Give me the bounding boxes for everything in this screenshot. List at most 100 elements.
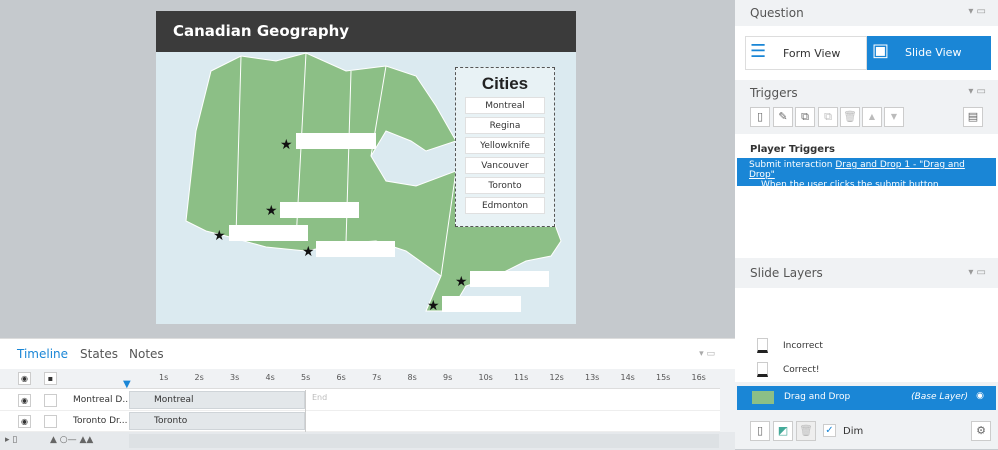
tick-label: 8s — [407, 373, 417, 382]
panel-menu-icon[interactable]: ▾ ▭ — [699, 349, 715, 359]
row-name: Montreal D... — [73, 395, 131, 405]
expand-icon[interactable]: ▸ ▯ — [5, 435, 17, 445]
tick-label: 14s — [620, 373, 635, 382]
drag-item-toronto[interactable]: Toronto — [465, 177, 545, 194]
trigger-action: Submit interaction — [749, 160, 833, 170]
tick-label: 15s — [656, 373, 671, 382]
row-name: Toronto Dr... — [73, 416, 128, 426]
bar-label: Toronto — [154, 416, 188, 426]
player-triggers-label: Player Triggers — [750, 144, 835, 155]
lock-toggle[interactable] — [44, 415, 57, 428]
move-down-icon[interactable]: ▼ — [884, 107, 904, 127]
tab-states[interactable]: States — [80, 347, 118, 361]
star-icon: ★ — [265, 203, 278, 219]
slide-view-button[interactable]: ▣ Slide View — [867, 36, 991, 70]
edit-trigger-icon[interactable]: ✎ — [773, 107, 793, 127]
delete-icon[interactable]: 🗑 — [840, 107, 860, 127]
form-view-button[interactable]: ☰ Form View — [745, 36, 867, 70]
tick-label: 9s — [443, 373, 453, 382]
tick-label: 3s — [230, 373, 240, 382]
panel-menu-icon[interactable]: ▾ ▭ — [968, 86, 986, 97]
timeline-panel: Timeline States Notes ▾ ▭ ◉ ▪ ▼ 1s 2s 3s 4s… — [0, 338, 735, 450]
button-label: Form View — [783, 47, 841, 60]
drop-target[interactable] — [442, 296, 521, 312]
drag-item-regina[interactable]: Regina — [465, 117, 545, 134]
eye-icon[interactable]: ◉ — [18, 394, 31, 407]
horizontal-scrollbar[interactable] — [129, 434, 719, 448]
gear-icon[interactable]: ⚙ — [971, 421, 991, 441]
tick-label: 7s — [372, 373, 382, 382]
drop-target[interactable] — [470, 271, 549, 287]
layer-incorrect[interactable]: Incorrect — [783, 341, 823, 351]
trigger-item[interactable]: Submit interaction Drag and Drop 1 - "Dr… — [737, 158, 996, 190]
tick-label: 11s — [514, 373, 529, 382]
slide[interactable]: Canadian Geography ★ ★ ★ ★ ★ ★ Cities Mo… — [156, 11, 576, 324]
tick-label: 13s — [585, 373, 600, 382]
timeline-row[interactable]: ◉ Toronto Dr... Toronto — [0, 411, 720, 432]
drag-item-vancouver[interactable]: Vancouver — [465, 157, 545, 174]
new-trigger-icon[interactable]: ▯ — [750, 107, 770, 127]
variables-icon[interactable]: ▤ — [963, 107, 983, 127]
duplicate-layer-icon[interactable]: ◩ — [773, 421, 793, 441]
tab-notes[interactable]: Notes — [129, 347, 164, 361]
tick-label: 10s — [478, 373, 493, 382]
layer-thumbnail — [757, 338, 768, 353]
tab-timeline[interactable]: Timeline — [17, 347, 68, 361]
button-label: Slide View — [905, 46, 962, 59]
zoom-slider[interactable]: ▲ ○— ▲▲ — [50, 435, 93, 445]
drag-item-montreal[interactable]: Montreal — [465, 97, 545, 114]
lock-icon[interactable]: ▪ — [44, 372, 57, 385]
eye-icon[interactable]: ◉ — [976, 391, 984, 401]
cities-title: Cities — [481, 74, 529, 93]
star-icon: ★ — [280, 137, 293, 153]
slide-icon: ▣ — [872, 40, 890, 61]
paste-icon[interactable]: ⧉ — [818, 107, 838, 127]
base-layer-tag: (Base Layer) — [911, 392, 968, 402]
timeline-bar[interactable]: Toronto — [129, 412, 305, 430]
playhead-icon[interactable]: ▼ — [123, 379, 131, 390]
trigger-condition: When the user clicks the submit button — [761, 180, 939, 190]
timeline-bar[interactable]: Montreal — [129, 391, 305, 409]
tick-label: 6s — [336, 373, 346, 382]
drag-item-edmonton[interactable]: Edmonton — [465, 197, 545, 214]
layer-correct[interactable]: Correct! — [783, 365, 819, 375]
eye-icon[interactable]: ◉ — [18, 415, 31, 428]
layer-base[interactable]: Drag and Drop (Base Layer) ◉ — [737, 386, 996, 410]
star-icon: ★ — [302, 244, 315, 260]
lock-toggle[interactable] — [44, 394, 57, 407]
list-icon: ☰ — [750, 41, 767, 62]
layer-name: Drag and Drop — [784, 392, 851, 402]
triggers-header: Triggers ▾ ▭ ▯ ✎ ⧉ ⧉ 🗑 ▲ ▼ ▤ — [735, 80, 998, 134]
delete-layer-icon[interactable]: 🗑 — [796, 421, 816, 441]
drop-target[interactable] — [316, 241, 395, 257]
drop-target[interactable] — [296, 133, 376, 149]
dim-label: Dim — [843, 426, 864, 437]
tick-label: 2s — [194, 373, 204, 382]
timeline-row[interactable]: ◉ Montreal D... Montreal End — [0, 390, 720, 411]
move-up-icon[interactable]: ▲ — [862, 107, 882, 127]
panel-title: Question — [750, 6, 804, 20]
star-icon: ★ — [427, 298, 440, 314]
drop-target[interactable] — [280, 202, 359, 218]
drag-item-yellowknife[interactable]: Yellowknife — [465, 137, 545, 154]
star-icon: ★ — [455, 274, 468, 290]
panel-title: Slide Layers — [750, 266, 823, 280]
new-layer-icon[interactable]: ▯ — [750, 421, 770, 441]
layers-header: Slide Layers ▾ ▭ — [735, 258, 998, 288]
copy-icon[interactable]: ⧉ — [795, 107, 815, 127]
bar-label: Montreal — [154, 395, 194, 405]
dim-checkbox[interactable]: ✓ — [823, 424, 836, 437]
eye-icon[interactable]: ◉ — [18, 372, 31, 385]
tick-label: 1s — [159, 373, 169, 382]
question-header: Question ▾ ▭ — [735, 0, 998, 26]
slide-canvas: Canadian Geography ★ ★ ★ ★ ★ ★ Cities Mo… — [0, 0, 735, 338]
panel-menu-icon[interactable]: ▾ ▭ — [968, 267, 986, 278]
vertical-scrollbar[interactable] — [720, 369, 735, 432]
panel-menu-icon[interactable]: ▾ ▭ — [968, 6, 986, 17]
slide-title: Canadian Geography — [156, 11, 576, 52]
cities-box: Cities Montreal Regina Yellowknife Vanco… — [455, 67, 555, 227]
timeline-ruler: ◉ ▪ ▼ 1s 2s 3s 4s 5s 6s 7s 8s 9s 10s 11s 12s 13s 14s 1… — [0, 369, 735, 390]
right-panels: Question ▾ ▭ ☰ Form View ▣ Slide View Tri… — [735, 0, 998, 449]
tick-label: 12s — [549, 373, 564, 382]
drop-target[interactable] — [229, 225, 308, 241]
